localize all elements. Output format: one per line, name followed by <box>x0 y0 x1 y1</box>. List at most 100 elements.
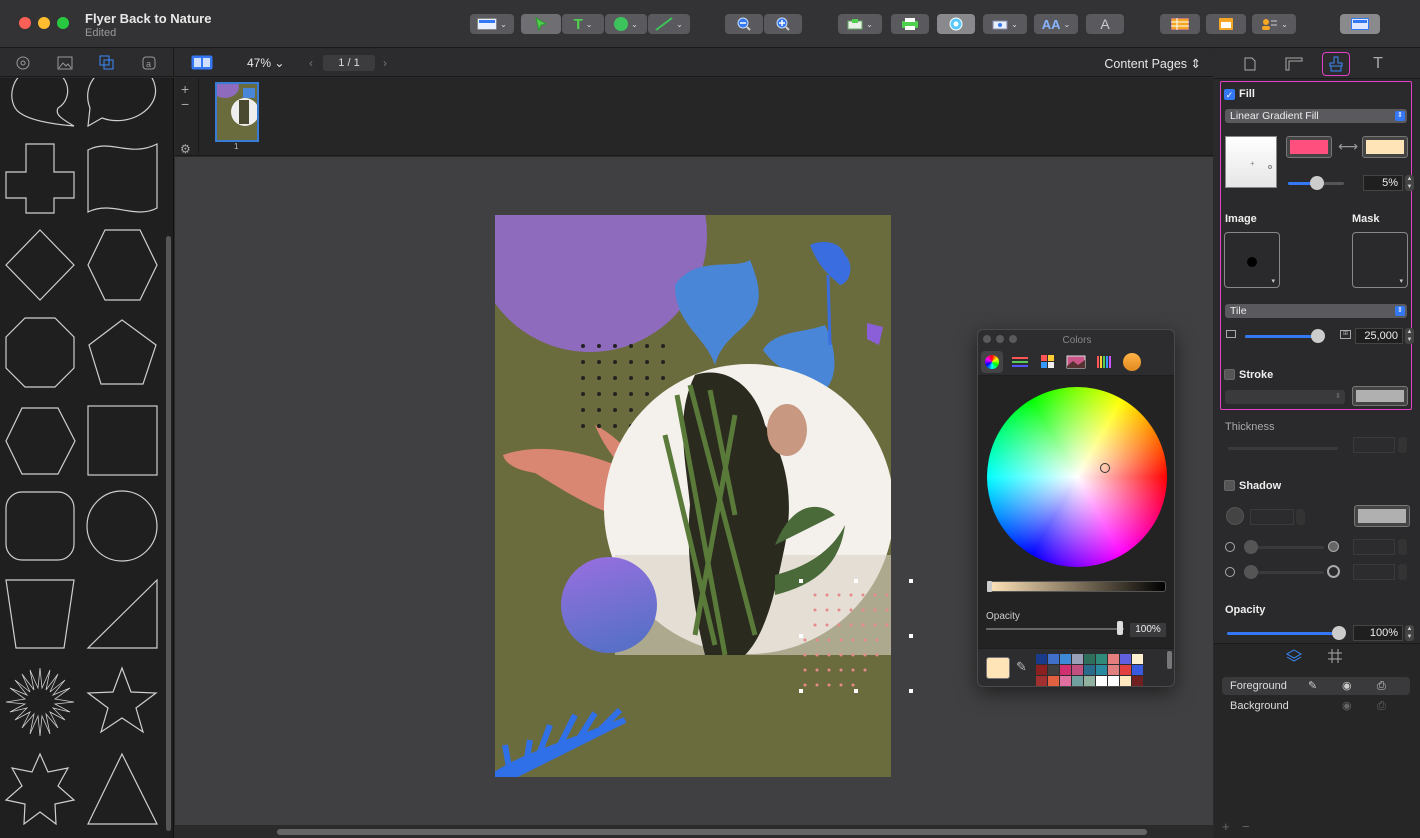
shadow-blur-stepper[interactable] <box>1398 564 1407 580</box>
thickness-stepper[interactable] <box>1398 437 1407 453</box>
shadow-color-well[interactable] <box>1354 505 1410 527</box>
gradient-preview[interactable]: + <box>1225 136 1277 188</box>
color-swatch[interactable] <box>1132 654 1143 664</box>
tab-images[interactable] <box>56 54 74 72</box>
opacity-slider[interactable] <box>986 628 1124 630</box>
stroke-checkbox[interactable] <box>1224 369 1235 380</box>
opacity-stepper[interactable]: ▲ ▼ <box>1405 625 1414 641</box>
circle-shape[interactable] <box>86 490 158 562</box>
color-swatch[interactable] <box>1072 676 1083 686</box>
thickness-slider[interactable] <box>1228 447 1338 450</box>
selection-handle[interactable] <box>909 634 913 638</box>
hexagon-flat-shape[interactable] <box>5 407 76 475</box>
line-tool-button[interactable]: ⌄ <box>648 14 690 34</box>
tab-shapes[interactable] <box>98 54 116 72</box>
selection-handle[interactable] <box>799 579 803 583</box>
text-tool-button[interactable]: T ⌄ <box>562 14 604 34</box>
page-thumbnail[interactable] <box>215 82 259 142</box>
image-well[interactable]: ▾ <box>1224 232 1280 288</box>
selection-handle[interactable] <box>854 579 858 583</box>
minimize-window-button[interactable] <box>38 17 50 29</box>
shadow-blur-slider[interactable] <box>1244 565 1324 579</box>
eye-icon[interactable]: ◉ <box>1342 677 1352 695</box>
page-view-button[interactable] <box>191 55 213 73</box>
mask-well[interactable]: ▾ <box>1352 232 1408 288</box>
hexagon-shape[interactable] <box>87 229 158 301</box>
zoom-out-button[interactable] <box>725 14 763 34</box>
starburst-shape[interactable] <box>5 667 75 737</box>
tab-layout[interactable] <box>1280 52 1308 76</box>
color-swatch[interactable] <box>1036 676 1047 686</box>
image-scale-slider[interactable] <box>1245 329 1325 343</box>
color-swatch[interactable] <box>1120 654 1131 664</box>
gradient-angle-slider[interactable] <box>1288 176 1344 190</box>
layout-button[interactable]: ⌄ <box>470 14 514 34</box>
angle-stepper[interactable]: ▲ ▼ <box>1405 175 1414 191</box>
slider-knob[interactable] <box>1332 626 1346 640</box>
opacity-slider-knob[interactable] <box>1117 621 1123 635</box>
thickness-field[interactable] <box>1353 437 1395 453</box>
slider-knob[interactable] <box>1310 176 1324 190</box>
shadow-angle-field[interactable] <box>1250 509 1294 525</box>
layers-icon[interactable] <box>1285 649 1303 666</box>
shadow-angle-stepper[interactable] <box>1296 509 1305 525</box>
color-swatch[interactable] <box>1108 665 1119 675</box>
gradient-end-color-well[interactable] <box>1362 136 1408 158</box>
octagon-shape[interactable] <box>5 317 75 388</box>
typography-button[interactable]: A <box>1086 14 1124 34</box>
canvas-horizontal-scrollbar[interactable] <box>175 826 1213 838</box>
shadow-offset-slider[interactable] <box>1244 540 1324 554</box>
color-swatch[interactable] <box>1096 654 1107 664</box>
shapes-scrollbar[interactable] <box>166 236 171 831</box>
color-swatch[interactable] <box>1048 676 1059 686</box>
opacity-value-field[interactable]: 100% <box>1130 623 1166 637</box>
close-window-button[interactable] <box>19 17 31 29</box>
color-swatch[interactable] <box>1048 665 1059 675</box>
selection-handle[interactable] <box>909 579 913 583</box>
add-layer-button[interactable]: + <box>1222 819 1230 834</box>
triangle-right-shape[interactable] <box>86 578 158 649</box>
layer-row-background[interactable]: Background ◉ ⎙ <box>1222 697 1410 715</box>
cross-shape[interactable] <box>5 143 75 214</box>
zoom-in-button[interactable] <box>764 14 802 34</box>
image-scale-field[interactable]: 25,000 <box>1355 328 1403 344</box>
tab-image-palettes[interactable] <box>1065 351 1087 373</box>
color-swatch[interactable] <box>1120 676 1131 686</box>
font-style-button[interactable]: AA ⌄ <box>1034 14 1078 34</box>
fill-type-popup[interactable]: Linear Gradient Fill ⇕ <box>1225 109 1407 123</box>
table-button[interactable] <box>1160 14 1200 34</box>
print-button[interactable] <box>891 14 929 34</box>
add-page-icon[interactable]: + <box>181 81 189 97</box>
shadow-blur-field[interactable] <box>1353 564 1395 580</box>
color-swatch[interactable] <box>1036 665 1047 675</box>
fill-checkbox[interactable]: ✓ <box>1224 89 1235 100</box>
gear-icon[interactable]: ⚙ <box>180 142 191 156</box>
printer-icon[interactable]: ⎙ <box>1377 697 1386 715</box>
tab-text[interactable]: T <box>1364 52 1392 76</box>
image-mode-popup[interactable]: Tile ⇕ <box>1225 304 1407 318</box>
tab-document[interactable] <box>1236 52 1264 76</box>
color-swatch[interactable] <box>1132 676 1143 686</box>
tab-stickers[interactable] <box>14 54 32 72</box>
selection-handle[interactable] <box>799 689 803 693</box>
triangle-shape[interactable] <box>87 752 158 825</box>
slider-knob[interactable] <box>1244 565 1258 579</box>
rounded-square-shape[interactable] <box>5 491 75 561</box>
eyedropper-icon[interactable]: ✎ <box>1016 659 1027 675</box>
insert-button[interactable]: ⌄ <box>838 14 882 34</box>
tab-text-styles[interactable]: a <box>140 54 158 72</box>
color-swatch[interactable] <box>1108 654 1119 664</box>
brightness-slider[interactable] <box>987 581 1166 592</box>
stroke-color-well[interactable] <box>1352 386 1408 406</box>
content-pages-popup[interactable]: Content Pages ⇕ <box>1104 56 1201 71</box>
share-button[interactable]: ⌄ <box>983 14 1027 34</box>
current-color-well[interactable] <box>986 657 1010 679</box>
color-swatch[interactable] <box>1132 665 1143 675</box>
tab-other-colors[interactable] <box>1121 351 1143 373</box>
color-swatch[interactable] <box>1096 665 1107 675</box>
color-swatch[interactable] <box>1036 654 1047 664</box>
wave-flag-shape[interactable] <box>87 143 158 213</box>
tab-color-sliders[interactable] <box>1009 351 1031 373</box>
grid-icon[interactable] <box>1328 649 1342 666</box>
tab-color-wheel[interactable] <box>981 351 1003 373</box>
